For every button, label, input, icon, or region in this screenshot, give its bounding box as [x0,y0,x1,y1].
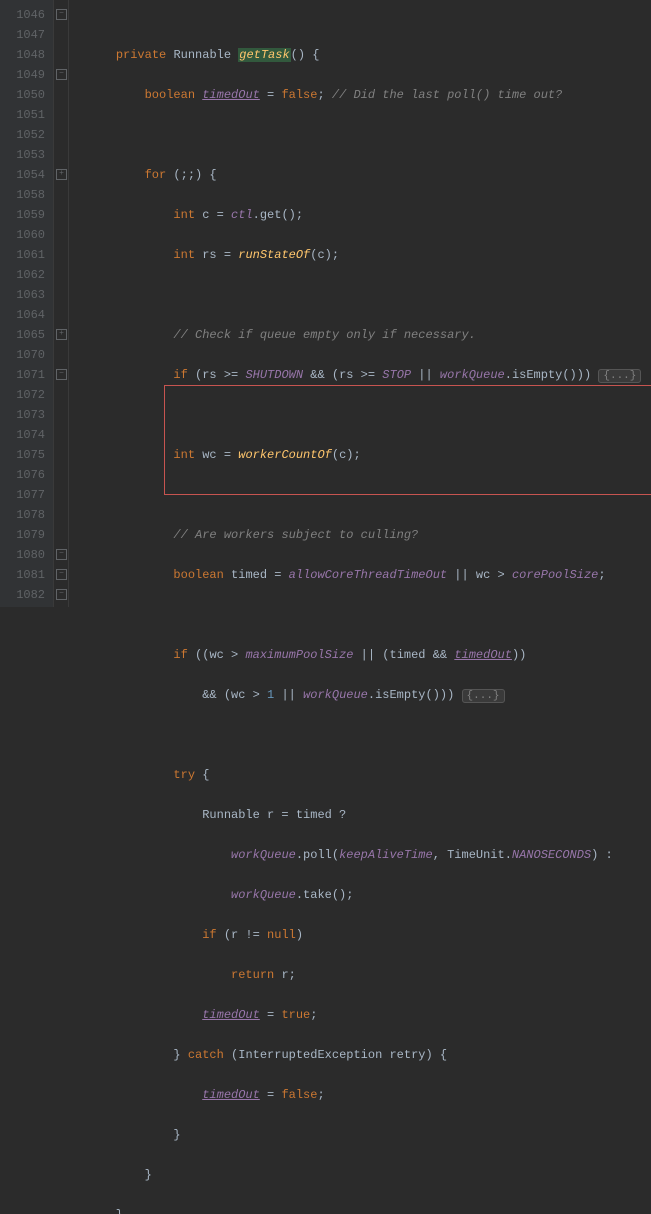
line-number: 1050 [5,85,45,105]
line-number: 1062 [5,265,45,285]
code-line: Runnable r = timed ? [87,805,651,825]
highlight-box [164,385,651,495]
line-number: 1081 [5,565,45,585]
code-line: for (;;) { [87,165,651,185]
fold-toggle-icon[interactable]: + [56,329,67,340]
line-number: 1053 [5,145,45,165]
code-line [87,485,651,505]
fold-toggle-icon[interactable]: − [56,549,67,560]
line-number: 1049 [5,65,45,85]
line-number: 1074 [5,425,45,445]
line-number: 1073 [5,405,45,425]
fold-toggle-icon[interactable]: + [56,169,67,180]
code-editor: 1046 1047 1048 1049 1050 1051 1052 1053 … [0,0,651,607]
code-line: int c = ctl.get(); [87,205,651,225]
code-line [87,285,651,305]
line-number: 1063 [5,285,45,305]
line-number: 1078 [5,505,45,525]
line-number: 1060 [5,225,45,245]
code-line: if (r != null) [87,925,651,945]
line-number-gutter: 1046 1047 1048 1049 1050 1051 1052 1053 … [0,0,53,607]
code-line: if ((wc > maximumPoolSize || (timed && t… [87,645,651,665]
line-number: 1077 [5,485,45,505]
code-line [87,125,651,145]
fold-toggle-icon[interactable]: − [56,589,67,600]
line-number: 1065 [5,325,45,345]
folded-block[interactable]: {...} [598,369,641,383]
fold-toggle-icon[interactable]: − [56,69,67,80]
code-line: timedOut = false; [87,1085,651,1105]
fold-toggle-icon[interactable]: − [56,9,67,20]
code-line: } [87,1165,651,1185]
code-line: boolean timedOut = false; // Did the las… [87,85,651,105]
code-line: int rs = runStateOf(c); [87,245,651,265]
code-line [87,725,651,745]
code-line: return r; [87,965,651,985]
line-number: 1048 [5,45,45,65]
fold-column: − − + + − − − − [53,0,69,607]
line-number: 1072 [5,385,45,405]
line-number: 1061 [5,245,45,265]
code-line: try { [87,765,651,785]
code-line: timedOut = true; [87,1005,651,1025]
line-number: 1080 [5,545,45,565]
code-line: && (wc > 1 || workQueue.isEmpty())) {...… [87,685,651,705]
code-line: // Are workers subject to culling? [87,525,651,545]
code-line: private Runnable getTask() { [87,45,651,65]
fold-toggle-icon[interactable]: − [56,369,67,380]
line-number: 1070 [5,345,45,365]
fold-toggle-icon[interactable]: − [56,569,67,580]
code-line: } catch (InterruptedException retry) { [87,1045,651,1065]
code-line: } [87,1125,651,1145]
line-number: 1082 [5,585,45,605]
line-number: 1052 [5,125,45,145]
line-number: 1079 [5,525,45,545]
code-line: // Check if queue empty only if necessar… [87,325,651,345]
line-number: 1071 [5,365,45,385]
line-number: 1075 [5,445,45,465]
method-name: getTask [238,48,290,62]
code-line: if (rs >= SHUTDOWN && (rs >= STOP || wor… [87,365,651,385]
line-number: 1046 [5,5,45,25]
code-line [87,605,651,625]
code-line: int wc = workerCountOf(c); [87,445,651,465]
line-number: 1059 [5,205,45,225]
code-line: workQueue.take(); [87,885,651,905]
line-number: 1076 [5,465,45,485]
code-area[interactable]: private Runnable getTask() { boolean tim… [69,0,651,607]
line-number: 1064 [5,305,45,325]
code-line [87,405,651,425]
code-line: boolean timed = allowCoreThreadTimeOut |… [87,565,651,585]
code-line: } [87,1205,651,1214]
folded-block[interactable]: {...} [462,689,505,703]
line-number: 1051 [5,105,45,125]
line-number: 1047 [5,25,45,45]
code-line: workQueue.poll(keepAliveTime, TimeUnit.N… [87,845,651,865]
line-number: 1058 [5,185,45,205]
line-number: 1054 [5,165,45,185]
